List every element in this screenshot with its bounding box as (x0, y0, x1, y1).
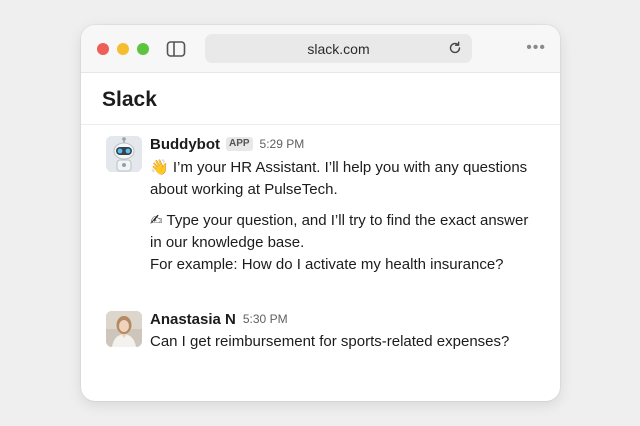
maximize-window-button[interactable] (137, 43, 149, 55)
message-time[interactable]: 5:29 PM (260, 137, 305, 151)
message-time[interactable]: 5:30 PM (243, 312, 288, 326)
more-options-icon[interactable]: ••• (526, 40, 546, 56)
message-content: Buddybot APP 5:29 PM 👋 I’m your HR Assis… (150, 135, 530, 276)
author-name[interactable]: Buddybot (150, 136, 220, 153)
url-text: slack.com (307, 40, 370, 57)
message-paragraph: ✍ Type your question, and I’ll try to fi… (150, 209, 530, 276)
message-meta: Buddybot APP 5:29 PM (150, 135, 530, 153)
reload-icon[interactable] (448, 41, 462, 55)
app-header: Slack (81, 73, 560, 125)
author-name[interactable]: Anastasia N (150, 311, 236, 328)
person-photo-icon (106, 311, 142, 347)
user-photo-avatar[interactable] (106, 311, 142, 347)
waving-hand-icon: 👋 (150, 158, 169, 176)
browser-toolbar: slack.com ••• (81, 25, 560, 73)
message-text: 👋 I’m your HR Assistant. I’ll help you w… (150, 156, 530, 276)
writing-hand-icon: ✍ (150, 211, 163, 229)
message-content: Anastasia N 5:30 PM Can I get reimbursem… (150, 310, 530, 353)
paragraph-text: I’m your HR Assistant. I’ll help you wit… (150, 159, 528, 198)
paragraph-text-example: For example: How do I activate my health… (150, 256, 504, 273)
browser-window: slack.com ••• Slack Buddybot APP 5:29 PM… (81, 25, 560, 401)
app-title: Slack (102, 88, 157, 111)
robot-avatar[interactable] (106, 136, 142, 172)
sidebar-toggle-icon[interactable] (166, 39, 186, 59)
robot-icon (106, 136, 142, 172)
paragraph-text: Type your question, and I’ll try to find… (150, 212, 529, 251)
app-badge: APP (225, 137, 253, 151)
message-paragraph: 👋 I’m your HR Assistant. I’ll help you w… (150, 156, 530, 201)
minimize-window-button[interactable] (117, 43, 129, 55)
close-window-button[interactable] (97, 43, 109, 55)
message-paragraph: Can I get reimbursement for sports-relat… (150, 331, 530, 353)
paragraph-text: Can I get reimbursement for sports-relat… (150, 333, 510, 350)
message-text: Can I get reimbursement for sports-relat… (150, 331, 530, 353)
address-bar[interactable]: slack.com (205, 34, 472, 63)
message-meta: Anastasia N 5:30 PM (150, 310, 530, 328)
